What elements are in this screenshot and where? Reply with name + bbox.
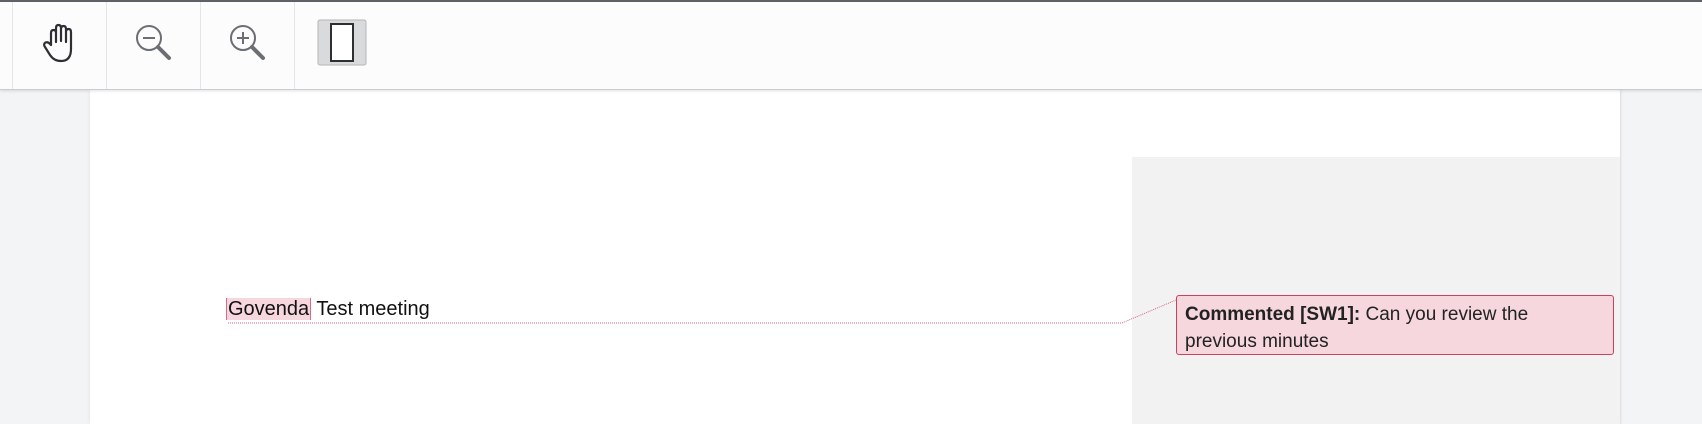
- comment-balloon[interactable]: Commented [SW1]: Can you review the prev…: [1176, 295, 1614, 355]
- comment-margin-pane: [1132, 157, 1620, 424]
- document-text-line[interactable]: Govenda Test meeting: [226, 296, 430, 322]
- pan-tool-button[interactable]: [13, 2, 106, 89]
- page-view-button[interactable]: [295, 2, 388, 89]
- commented-text-highlight[interactable]: Govenda: [226, 298, 312, 320]
- zoom-in-icon: [224, 19, 272, 72]
- zoom-out-icon: [130, 19, 178, 72]
- document-text: Test meeting: [311, 298, 430, 320]
- zoom-in-button[interactable]: [201, 2, 294, 89]
- viewer-toolbar: [0, 2, 1702, 90]
- zoom-out-button[interactable]: [107, 2, 200, 89]
- single-page-icon: [316, 19, 368, 72]
- page-edge-shadow: [1620, 90, 1622, 424]
- document-viewport[interactable]: Govenda Test meeting Commented [SW1]: Ca…: [0, 90, 1702, 424]
- comment-label: Commented [SW1]:: [1185, 304, 1361, 325]
- hand-icon: [36, 19, 84, 72]
